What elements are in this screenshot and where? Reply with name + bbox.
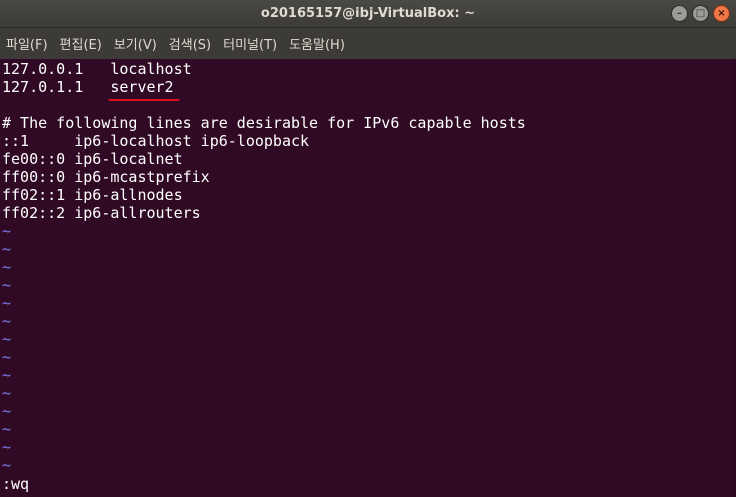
close-button[interactable]: × <box>713 5 730 22</box>
tilde-marker: ~ <box>2 456 12 474</box>
terminal-line: # The following lines are desirable for … <box>2 114 526 132</box>
tilde-marker: ~ <box>2 276 12 294</box>
terminal-line: ::1 ip6-localhost ip6-loopback <box>2 132 310 150</box>
maximize-button[interactable]: □ <box>692 5 709 22</box>
terminal-line: ff02::1 ip6-allnodes <box>2 186 183 204</box>
tilde-marker: ~ <box>2 240 12 258</box>
menu-search[interactable]: 검색(S) <box>169 34 211 53</box>
tilde-marker: ~ <box>2 384 12 402</box>
hostname-annotation-underline <box>108 98 180 101</box>
terminal-area[interactable]: 127.0.0.1 localhost 127.0.1.1 server2 # … <box>0 59 736 497</box>
window-title: o20165157@ibj-VirtualBox: ~ <box>260 6 476 21</box>
menu-terminal[interactable]: 터미널(T) <box>223 34 277 53</box>
menu-file[interactable]: 파일(F) <box>6 34 48 53</box>
menu-view[interactable]: 보기(V) <box>114 34 157 53</box>
terminal-line: ff00::0 ip6-mcastprefix <box>2 168 210 186</box>
menu-edit[interactable]: 편집(E) <box>60 34 102 53</box>
tilde-marker: ~ <box>2 366 12 384</box>
terminal-line: fe00::0 ip6-localnet <box>2 150 183 168</box>
vim-command-line[interactable]: :wq <box>2 475 29 493</box>
tilde-marker: ~ <box>2 258 12 276</box>
terminal-line: 127.0.0.1 localhost <box>2 60 192 78</box>
menu-help[interactable]: 도움말(H) <box>289 34 345 53</box>
tilde-marker: ~ <box>2 438 12 456</box>
tilde-marker: ~ <box>2 402 12 420</box>
tilde-marker: ~ <box>2 312 12 330</box>
tilde-marker: ~ <box>2 348 12 366</box>
window-controls: – □ × <box>671 5 730 22</box>
menu-bar: 파일(F) 편집(E) 보기(V) 검색(S) 터미널(T) 도움말(H) <box>0 28 736 59</box>
tilde-marker: ~ <box>2 294 12 312</box>
terminal-line: 127.0.1.1 server2 <box>2 78 174 96</box>
tilde-marker: ~ <box>2 330 12 348</box>
window-titlebar[interactable]: o20165157@ibj-VirtualBox: ~ – □ × <box>0 0 736 28</box>
terminal-line: ff02::2 ip6-allrouters <box>2 204 201 222</box>
minimize-button[interactable]: – <box>671 5 688 22</box>
tilde-marker: ~ <box>2 420 12 438</box>
tilde-marker: ~ <box>2 222 12 240</box>
